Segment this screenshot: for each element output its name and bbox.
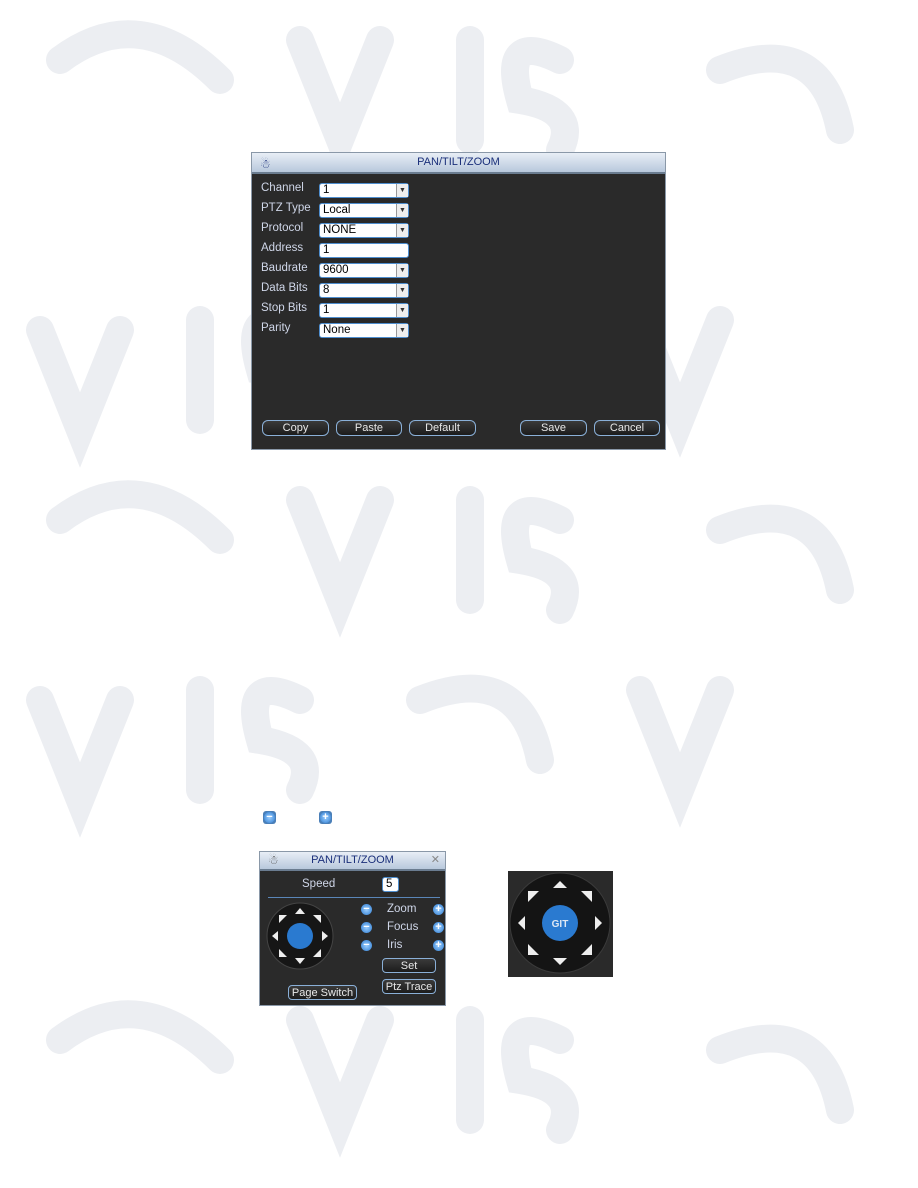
address-label: Address bbox=[261, 242, 304, 254]
stop-bits-value: 1 bbox=[323, 304, 330, 316]
ptz-type-dropdown[interactable]: Local ▼ bbox=[319, 203, 409, 218]
address-value: 1 bbox=[323, 244, 330, 256]
iris-label: Iris bbox=[387, 939, 403, 951]
channel-label: Channel bbox=[261, 182, 304, 194]
cancel-button[interactable]: Cancel bbox=[594, 420, 660, 436]
channel-dropdown[interactable]: 1 ▼ bbox=[319, 183, 409, 198]
direction-pad[interactable] bbox=[266, 902, 336, 972]
protocol-value: NONE bbox=[323, 224, 357, 236]
baudrate-dropdown[interactable]: 9600 ▼ bbox=[319, 263, 409, 278]
center-label: GIT bbox=[552, 919, 569, 930]
ptz-settings-dialog: ☃ PAN/TILT/ZOOM Channel 1 ▼ PTZ Type Loc… bbox=[251, 152, 666, 450]
paste-button[interactable]: Paste bbox=[336, 420, 402, 436]
joystick-panel: GIT bbox=[508, 871, 613, 977]
chevron-down-icon[interactable]: ▼ bbox=[396, 324, 408, 337]
plus-icon: + bbox=[319, 811, 332, 824]
focus-plus-button[interactable]: + bbox=[432, 921, 445, 934]
data-bits-dropdown[interactable]: 8 ▼ bbox=[319, 283, 409, 298]
chevron-down-icon[interactable]: ▼ bbox=[396, 304, 408, 317]
save-button[interactable]: Save bbox=[520, 420, 587, 436]
set-button[interactable]: Set bbox=[382, 958, 436, 973]
parity-label: Parity bbox=[261, 322, 291, 334]
baudrate-value: 9600 bbox=[323, 264, 349, 276]
data-bits-value: 8 bbox=[323, 284, 330, 296]
center-button bbox=[287, 923, 313, 949]
parity-value: None bbox=[323, 324, 351, 336]
chevron-down-icon[interactable]: ▼ bbox=[396, 204, 408, 217]
app-icon: ☃ bbox=[260, 157, 271, 171]
zoom-minus-button[interactable]: − bbox=[360, 903, 373, 916]
chevron-down-icon[interactable]: ▼ bbox=[396, 284, 408, 297]
chevron-down-icon[interactable]: ▼ bbox=[396, 264, 408, 277]
close-icon[interactable]: ✕ bbox=[431, 852, 440, 869]
app-icon: ☃ bbox=[268, 853, 279, 867]
baudrate-label: Baudrate bbox=[261, 262, 308, 274]
focus-label: Focus bbox=[387, 921, 419, 933]
focus-minus-button[interactable]: − bbox=[360, 921, 373, 934]
default-button[interactable]: Default bbox=[409, 420, 476, 436]
chevron-down-icon[interactable]: ▼ bbox=[396, 224, 408, 237]
speed-input[interactable]: 5 bbox=[382, 877, 399, 892]
dialog-title-bar: ☃ PAN/TILT/ZOOM bbox=[252, 153, 665, 174]
address-input[interactable]: 1 bbox=[319, 243, 409, 258]
channel-value: 1 bbox=[323, 184, 330, 196]
divider bbox=[268, 897, 440, 898]
chevron-down-icon[interactable]: ▼ bbox=[396, 184, 408, 197]
zoom-plus-button[interactable]: + bbox=[432, 903, 445, 916]
data-bits-label: Data Bits bbox=[261, 282, 308, 294]
speed-label: Speed bbox=[302, 878, 336, 890]
page-switch-button[interactable]: Page Switch bbox=[288, 985, 357, 1000]
stop-bits-dropdown[interactable]: 1 ▼ bbox=[319, 303, 409, 318]
iris-plus-button[interactable]: + bbox=[432, 939, 445, 952]
ptz-trace-button[interactable]: Ptz Trace bbox=[382, 979, 436, 994]
zoom-label: Zoom bbox=[387, 903, 417, 915]
joystick[interactable]: GIT bbox=[508, 871, 613, 977]
stop-bits-label: Stop Bits bbox=[261, 302, 308, 314]
dialog-title: PAN/TILT/ZOOM bbox=[417, 156, 500, 168]
ptz-control-dialog: ☃ PAN/TILT/ZOOM ✕ Speed 5 − Zoom + − Focu… bbox=[259, 851, 446, 1006]
parity-dropdown[interactable]: None ▼ bbox=[319, 323, 409, 338]
protocol-label: Protocol bbox=[261, 222, 304, 234]
protocol-dropdown[interactable]: NONE ▼ bbox=[319, 223, 409, 238]
dialog-title-bar: ☃ PAN/TILT/ZOOM ✕ bbox=[260, 852, 445, 871]
iris-minus-button[interactable]: − bbox=[360, 939, 373, 952]
ptz-type-value: Local bbox=[323, 204, 351, 216]
minus-icon: − bbox=[263, 811, 276, 824]
copy-button[interactable]: Copy bbox=[262, 420, 329, 436]
dialog-title: PAN/TILT/ZOOM bbox=[311, 854, 394, 866]
ptz-type-label: PTZ Type bbox=[261, 202, 311, 214]
